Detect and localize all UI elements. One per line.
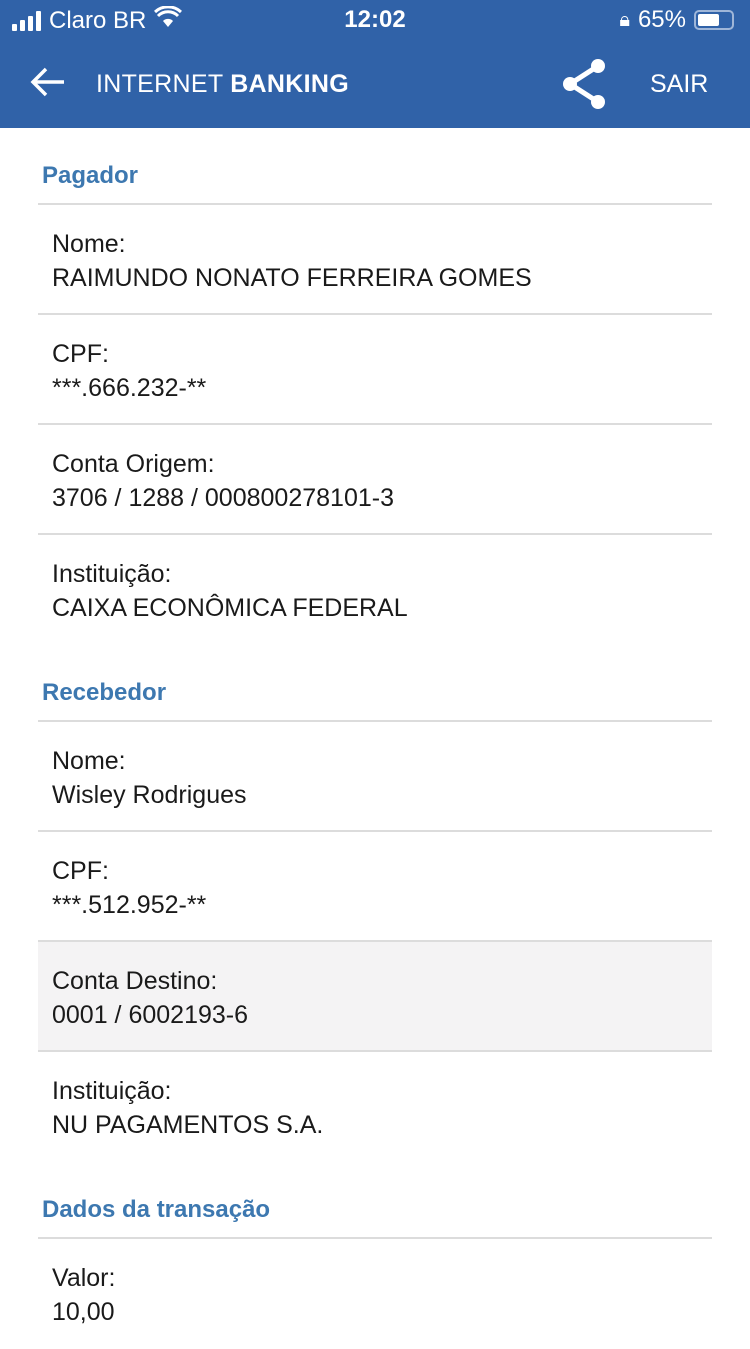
section-2: Dados da transação Valor: 10,00 <box>0 1162 750 1349</box>
section-1: Recebedor Nome: Wisley Rodrigues CPF: ***.51… <box>0 645 750 1162</box>
field-label: CPF: <box>52 340 109 368</box>
detail-row: CPF: ***.512.952-** <box>38 832 712 942</box>
field-value: ***.666.232-** <box>52 374 207 402</box>
field-label: Conta Origem: <box>52 450 215 478</box>
field-label: Instituição: <box>52 1077 172 1105</box>
field-value: RAIMUNDO NONATO FERREIRA GOMES <box>52 264 532 292</box>
detail-row: Conta Origem: 3706 / 1288 / 000800278101-… <box>38 425 712 535</box>
detail-row: CPF: ***.666.232-** <box>38 315 712 425</box>
status-bar: Claro BR 12:02 🔒︎ 65% <box>0 0 750 40</box>
battery-icon <box>694 10 734 30</box>
section-title: Recebedor <box>38 645 712 722</box>
back-arrow-icon[interactable] <box>30 66 66 104</box>
field-value: CAIXA ECONÔMICA FEDERAL <box>52 594 408 622</box>
field-label: Valor: <box>52 1264 116 1292</box>
app-header: Claro BR 12:02 🔒︎ 65% INTERNET BANKING S… <box>0 0 750 128</box>
detail-row: Instituição: CAIXA ECONÔMICA FEDERAL <box>38 535 712 645</box>
detail-row: Instituição: NU PAGAMENTOS S.A. <box>38 1052 712 1162</box>
detail-row: Nome: Wisley Rodrigues <box>38 722 712 832</box>
field-label: Instituição: <box>52 560 172 588</box>
field-value: Wisley Rodrigues <box>52 781 247 809</box>
section-0: Pagador Nome: RAIMUNDO NONATO FERREIRA GOM… <box>0 128 750 645</box>
rotation-lock-icon: 🔒︎ <box>619 8 630 31</box>
section-title: Dados da transação <box>38 1162 712 1239</box>
field-value: NU PAGAMENTOS S.A. <box>52 1111 324 1139</box>
field-value: 10,00 <box>52 1298 115 1326</box>
share-icon[interactable] <box>560 58 610 115</box>
battery-percent: 65% <box>637 6 686 33</box>
detail-row: Valor: 10,00 <box>38 1239 712 1349</box>
section-title: Pagador <box>38 128 712 205</box>
field-value: ***.512.952-** <box>52 891 207 919</box>
field-value: 3706 / 1288 / 000800278101-3 <box>52 484 394 512</box>
field-label: Nome: <box>52 747 126 775</box>
field-label: Conta Destino: <box>52 967 218 995</box>
field-value: 0001 / 6002193-6 <box>52 1001 249 1029</box>
page-title: INTERNET BANKING <box>96 70 349 98</box>
field-label: Nome: <box>52 230 126 258</box>
field-label: CPF: <box>52 857 109 885</box>
detail-row: Conta Destino: 0001 / 6002193-6 <box>38 942 712 1052</box>
detail-row: Nome: RAIMUNDO NONATO FERREIRA GOMES <box>38 205 712 315</box>
exit-button[interactable]: SAIR <box>650 70 708 99</box>
